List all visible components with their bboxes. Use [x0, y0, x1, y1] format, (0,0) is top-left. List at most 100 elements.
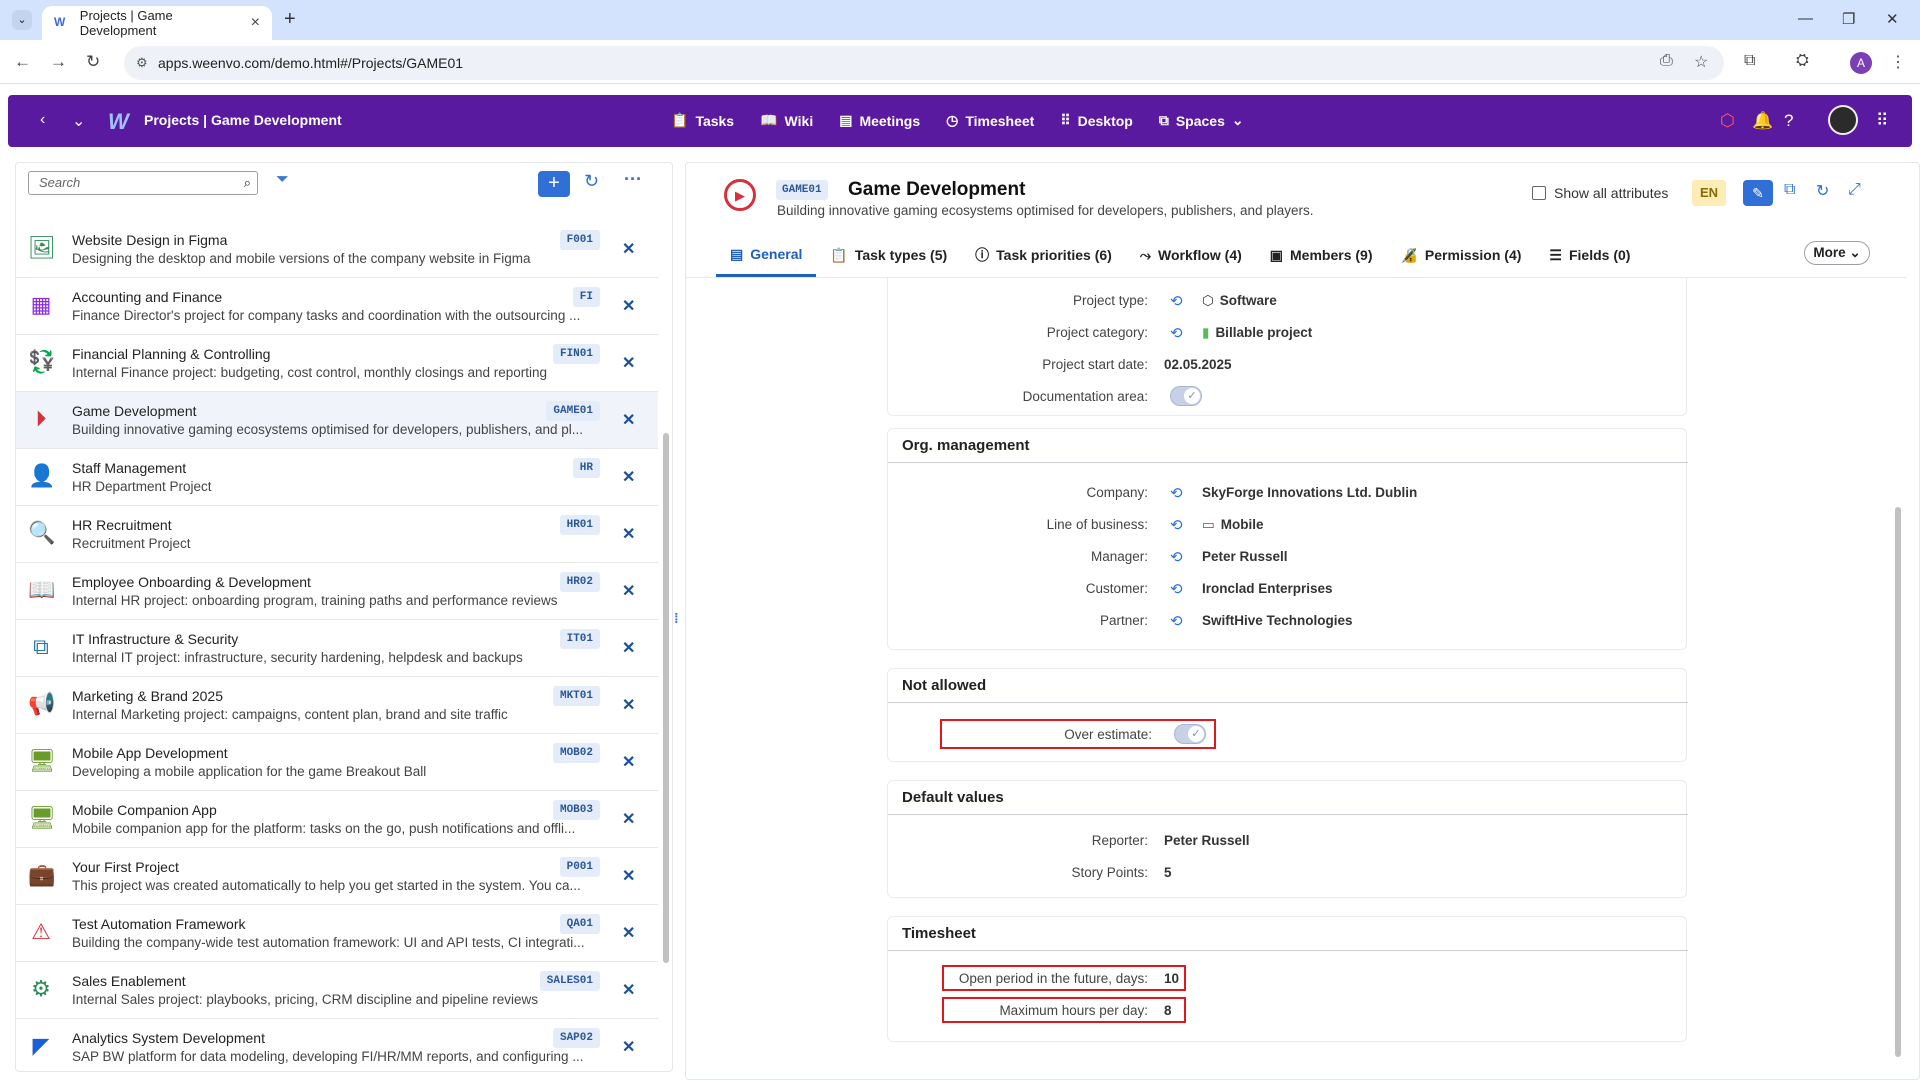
refresh-icon[interactable]: ↻: [584, 171, 599, 192]
tab-task-priorities[interactable]: ⓘ Task priorities (6): [961, 243, 1126, 277]
profile-switch-icon[interactable]: ⛭: [1796, 52, 1809, 70]
forward-icon[interactable]: →: [50, 52, 67, 72]
list-item[interactable]: 🖥 Mobile App Development Developing a mo…: [16, 734, 658, 791]
user-avatar[interactable]: [1828, 105, 1858, 135]
remove-icon[interactable]: ✕: [622, 410, 635, 430]
more-options-icon[interactable]: ···: [624, 169, 642, 190]
close-tab-icon[interactable]: ×: [251, 14, 260, 32]
nav-wiki[interactable]: 📖 Wiki: [760, 112, 813, 129]
tab-workflow[interactable]: ⤳ Workflow (4): [1126, 243, 1256, 277]
list-item[interactable]: 💱 Financial Planning & Controlling Inter…: [16, 335, 658, 392]
edit-button[interactable]: ✎: [1743, 180, 1773, 206]
list-item[interactable]: 💼 Your First Project This project was cr…: [16, 848, 658, 905]
minimize-icon[interactable]: —: [1798, 10, 1813, 27]
site-info-icon[interactable]: ⚙: [136, 46, 148, 80]
list-item[interactable]: 📖 Employee Onboarding & Development Inte…: [16, 563, 658, 620]
list-item[interactable]: ▦ Accounting and Finance Finance Directo…: [16, 278, 658, 335]
tab-task-types[interactable]: 📋 Task types (5): [816, 243, 961, 277]
remove-icon[interactable]: ✕: [622, 752, 635, 772]
address-bar[interactable]: ⚙ apps.weenvo.com/demo.html#/Projects/GA…: [124, 46, 1724, 80]
search-icon[interactable]: ⌕: [244, 172, 251, 194]
history-icon[interactable]: ⟲: [1170, 292, 1183, 310]
apps-grid-icon[interactable]: ⠿: [1876, 111, 1888, 131]
bell-icon[interactable]: 🔔: [1752, 111, 1773, 131]
list-item[interactable]: 👤 Staff Management HR Department Project…: [16, 449, 658, 506]
list-item[interactable]: ◤ Analytics System Development SAP BW pl…: [16, 1019, 658, 1068]
history-icon[interactable]: ⟲: [1170, 484, 1183, 502]
list-item[interactable]: 🖥 Mobile Companion App Mobile companion …: [16, 791, 658, 848]
tab-search-button[interactable]: ⌄: [12, 10, 32, 30]
scrollbar-thumb[interactable]: [1895, 507, 1901, 1057]
partner-value: SwiftHive Technologies: [1202, 613, 1353, 628]
checkbox-icon[interactable]: [1532, 186, 1546, 200]
history-icon[interactable]: ⟲: [1170, 516, 1183, 534]
nav-meetings[interactable]: ▤ Meetings: [839, 112, 920, 129]
search-input[interactable]: Search ⌕: [28, 171, 258, 195]
list-item[interactable]: ⧉ IT Infrastructure & Security Internal …: [16, 620, 658, 677]
nav-spaces[interactable]: ⧉ Spaces ⌄: [1159, 112, 1244, 129]
remove-icon[interactable]: ✕: [622, 1037, 635, 1057]
hexagon-icon[interactable]: ⬡: [1720, 111, 1735, 131]
remove-icon[interactable]: ✕: [622, 239, 635, 259]
remove-icon[interactable]: ✕: [622, 467, 635, 487]
list-item-selected[interactable]: ⏵ Game Development Building innovative g…: [16, 392, 658, 449]
back-icon[interactable]: ←: [14, 52, 31, 72]
remove-icon[interactable]: ✕: [622, 581, 635, 601]
extensions-icon[interactable]: ⧉: [1744, 52, 1755, 70]
add-project-button[interactable]: +: [538, 171, 570, 197]
history-icon[interactable]: ⟲: [1170, 548, 1183, 566]
panel-resize-handle[interactable]: ⁞: [674, 610, 679, 626]
remove-icon[interactable]: ✕: [622, 923, 635, 943]
tab-general[interactable]: ▤ General: [716, 243, 817, 277]
max-hours-value: 8: [1164, 1003, 1172, 1018]
remove-icon[interactable]: ✕: [622, 980, 635, 1000]
copy-icon[interactable]: ⧉: [1784, 181, 1795, 199]
chevron-down-icon[interactable]: ⌄: [72, 111, 85, 131]
list-item[interactable]: 🖼 Website Design in Figma Designing the …: [16, 221, 658, 278]
list-item[interactable]: ⚠ Test Automation Framework Building the…: [16, 905, 658, 962]
history-icon[interactable]: ⟲: [1170, 612, 1183, 630]
close-window-icon[interactable]: ✕: [1886, 10, 1899, 28]
help-icon[interactable]: ?: [1784, 111, 1793, 131]
remove-icon[interactable]: ✕: [622, 296, 635, 316]
install-icon[interactable]: ⎙: [1660, 52, 1673, 70]
tab-fields[interactable]: ☰ Fields (0): [1535, 243, 1644, 277]
tab-permission[interactable]: 🔏 Permission (4): [1386, 243, 1535, 277]
history-icon[interactable]: ⟲: [1170, 580, 1183, 598]
remove-icon[interactable]: ✕: [622, 866, 635, 886]
documentation-area-toggle[interactable]: [1170, 386, 1202, 406]
remove-icon[interactable]: ✕: [622, 695, 635, 715]
new-tab-button[interactable]: +: [284, 8, 296, 31]
show-all-attributes-checkbox[interactable]: Show all attributes: [1532, 185, 1668, 201]
list-item[interactable]: ⚙ Sales Enablement Internal Sales projec…: [16, 962, 658, 1019]
more-tabs-button[interactable]: More ⌄: [1804, 241, 1870, 265]
remove-icon[interactable]: ✕: [622, 353, 635, 373]
general-card: Project type: ⟲ ⬡ Software Project catego…: [887, 278, 1687, 416]
over-estimate-toggle[interactable]: [1174, 724, 1206, 744]
list-scrollbar[interactable]: [661, 213, 671, 1068]
remove-icon[interactable]: ✕: [622, 524, 635, 544]
chevron-left-icon[interactable]: ‹: [40, 111, 45, 129]
restore-icon[interactable]: ❐: [1842, 10, 1855, 28]
refresh-icon[interactable]: ↻: [1816, 181, 1829, 201]
expand-icon[interactable]: ⤢: [1848, 181, 1861, 199]
project-code-badge: GAME01: [546, 401, 600, 421]
language-button[interactable]: EN: [1692, 180, 1726, 206]
reload-icon[interactable]: ↻: [86, 52, 100, 72]
list-item[interactable]: 🔍 HR Recruitment Recruitment Project HR0…: [16, 506, 658, 563]
list-item[interactable]: 📢 Marketing & Brand 2025 Internal Market…: [16, 677, 658, 734]
scrollbar-thumb[interactable]: [663, 433, 669, 963]
detail-scrollbar[interactable]: [1892, 277, 1904, 1077]
filter-icon[interactable]: ⏷: [276, 171, 289, 189]
bookmark-star-icon[interactable]: ☆: [1694, 52, 1708, 72]
history-icon[interactable]: ⟲: [1170, 324, 1183, 342]
nav-timesheet[interactable]: ◷ Timesheet: [946, 112, 1034, 129]
nav-desktop[interactable]: ⠿ Desktop: [1060, 112, 1133, 129]
profile-avatar[interactable]: A: [1850, 52, 1872, 74]
browser-tab[interactable]: W Projects | Game Development ×: [42, 6, 272, 40]
remove-icon[interactable]: ✕: [622, 638, 635, 658]
tab-members[interactable]: ▣ Members (9): [1256, 243, 1387, 277]
nav-tasks[interactable]: 📋 Tasks: [671, 112, 734, 129]
browser-menu-icon[interactable]: ⋮: [1890, 52, 1906, 72]
remove-icon[interactable]: ✕: [622, 809, 635, 829]
